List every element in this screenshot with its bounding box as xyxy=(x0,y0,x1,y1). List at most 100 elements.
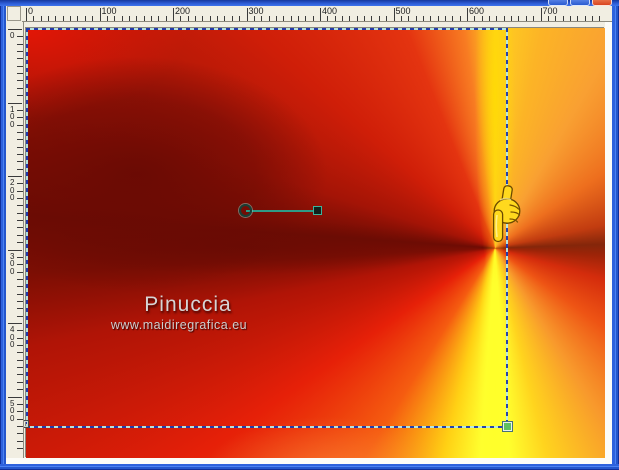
ruler-tick xyxy=(17,117,23,119)
ruler-tick xyxy=(437,16,439,21)
ruler-tick xyxy=(17,433,23,435)
ruler-tick xyxy=(99,8,101,21)
ruler-tick xyxy=(17,36,23,38)
ruler-tick xyxy=(327,16,329,21)
ruler-tick xyxy=(150,16,152,21)
ruler-tick xyxy=(555,16,557,21)
vertical-ruler[interactable]: 01 0 02 0 03 0 04 0 05 0 0 xyxy=(7,22,24,458)
ruler-tick xyxy=(239,16,241,21)
ruler-tick xyxy=(173,8,174,21)
ruler-tick xyxy=(17,440,23,442)
ruler-tick xyxy=(17,374,23,376)
minimize-button[interactable] xyxy=(548,0,568,6)
ruler-tick xyxy=(342,16,344,21)
square-endpoint-handle[interactable] xyxy=(313,206,322,215)
ruler-tick xyxy=(268,16,270,21)
ruler-tick xyxy=(17,190,23,192)
ruler-tick xyxy=(17,330,23,332)
ruler-tick xyxy=(577,16,579,21)
maximize-button[interactable] xyxy=(570,0,590,6)
ruler-tick xyxy=(275,16,277,21)
ruler-tick xyxy=(422,16,424,21)
ruler-tick xyxy=(165,16,167,21)
ruler-tick xyxy=(356,16,358,21)
image-canvas[interactable]: Pinuccia www.maidiregrafica.eu xyxy=(21,28,605,458)
ruler-tick xyxy=(202,16,204,21)
ruler-tick xyxy=(17,220,23,222)
ruler-tick xyxy=(408,16,410,21)
ruler-tick xyxy=(320,8,321,21)
ruler-tick xyxy=(599,16,601,21)
ruler-tick xyxy=(195,16,197,21)
ruler-tick xyxy=(415,16,417,21)
ruler-tick xyxy=(224,16,226,21)
ruler-tick xyxy=(55,16,57,21)
ruler-tick xyxy=(17,447,23,449)
ruler-tick xyxy=(17,264,23,266)
ruler-tick xyxy=(8,396,22,398)
ruler-tick xyxy=(8,102,22,104)
ruler-label: 500 xyxy=(395,6,411,16)
ruler-tick xyxy=(489,16,491,21)
ruler-tick xyxy=(217,16,219,21)
ruler-tick xyxy=(17,286,23,288)
selection-edge-top[interactable] xyxy=(26,28,508,30)
ruler-tick xyxy=(312,16,314,21)
ruler-tick xyxy=(349,16,351,21)
ruler-tick xyxy=(386,16,388,21)
ruler-tick xyxy=(305,16,307,21)
ruler-tick xyxy=(378,16,380,21)
ruler-tick xyxy=(540,8,542,21)
ruler-tick xyxy=(17,131,23,133)
ruler-tick xyxy=(209,16,211,21)
ruler-tick xyxy=(17,183,23,185)
ruler-tick xyxy=(17,153,23,155)
circle-endpoint-handle[interactable] xyxy=(239,204,252,217)
ruler-tick xyxy=(8,29,22,30)
ruler-tick xyxy=(62,16,64,21)
ruler-tick xyxy=(158,16,160,21)
ruler-tick xyxy=(467,8,468,21)
selection-edge-left[interactable] xyxy=(26,28,28,428)
gradient-control-line[interactable] xyxy=(246,210,318,212)
ruler-tick xyxy=(511,16,513,21)
ruler-tick xyxy=(77,16,79,21)
ruler-label: 300 xyxy=(248,6,264,16)
ruler-tick xyxy=(17,418,23,420)
window-border-right xyxy=(612,6,619,464)
ruler-label: 700 xyxy=(542,6,558,16)
ruler-tick xyxy=(533,16,535,21)
ruler-tick xyxy=(17,425,23,427)
ruler-tick xyxy=(17,65,23,67)
ruler-tick xyxy=(17,87,23,89)
ruler-tick xyxy=(584,16,586,21)
ruler-tick xyxy=(17,95,23,97)
ruler-tick xyxy=(180,16,182,21)
ruler-tick xyxy=(143,16,145,21)
ruler-tick xyxy=(92,16,94,21)
horizontal-ruler[interactable]: 0 100 200 300 400 500 600 700 xyxy=(22,6,612,22)
close-button[interactable] xyxy=(592,0,612,6)
ruler-tick xyxy=(17,411,23,413)
ruler-tick xyxy=(591,16,593,21)
ruler-tick xyxy=(503,16,505,21)
selection-edge-bottom[interactable] xyxy=(26,426,508,428)
ruler-tick xyxy=(17,278,23,280)
ruler-tick xyxy=(17,242,23,244)
window-border-left xyxy=(0,6,6,464)
ruler-tick xyxy=(17,345,23,347)
ruler-tick xyxy=(364,16,366,21)
window-titlebar xyxy=(0,0,619,6)
ruler-label: 600 xyxy=(469,6,485,16)
ruler-tick xyxy=(430,16,432,21)
ruler-tick xyxy=(17,315,23,317)
ruler-tick xyxy=(371,16,373,21)
ruler-tick xyxy=(17,389,23,391)
application-window: 0 100 200 300 400 500 600 700 01 0 02 0 03 0 04… xyxy=(0,0,619,470)
pointing-hand-icon xyxy=(492,185,521,243)
ruler-tick xyxy=(17,271,23,273)
ruler-tick xyxy=(283,16,285,21)
ruler-tick xyxy=(231,16,233,21)
selection-handle-bottom-right[interactable] xyxy=(503,422,512,431)
ruler-tick xyxy=(187,16,189,21)
